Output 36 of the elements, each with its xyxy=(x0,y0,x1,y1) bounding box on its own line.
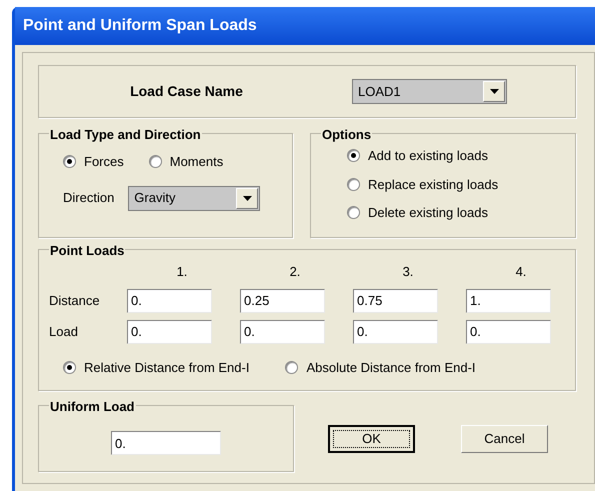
input-field[interactable]: 0. xyxy=(353,320,438,344)
input-field[interactable]: 0.25 xyxy=(240,288,325,312)
radio-button[interactable] xyxy=(63,360,76,374)
input-field[interactable]: 0. xyxy=(111,431,221,456)
radio-label[interactable]: Absolute Distance from End-I xyxy=(306,358,476,377)
input-field[interactable]: 0.75 xyxy=(353,288,438,312)
input-field[interactable]: 0. xyxy=(240,320,325,344)
radio-label[interactable]: Add to existing loads xyxy=(368,146,488,166)
column-header: 2. xyxy=(288,263,302,281)
input-field[interactable]: 0. xyxy=(127,288,212,312)
column-header: 4. xyxy=(514,263,528,281)
radio-label[interactable]: Relative Distance from End-I xyxy=(84,358,250,377)
radio-label[interactable]: Replace existing loads xyxy=(368,174,498,194)
radio-button[interactable] xyxy=(63,155,76,168)
input-field[interactable]: 1. xyxy=(466,288,551,312)
column-header: 1. xyxy=(176,263,188,281)
radio-button[interactable] xyxy=(148,155,162,168)
window-title: Point and Uniform Span Loads xyxy=(23,16,257,36)
column-header: 3. xyxy=(402,263,414,281)
input-field[interactable]: 0. xyxy=(466,320,551,344)
radio-button[interactable] xyxy=(347,149,360,162)
field-label: Direction xyxy=(63,189,114,208)
radio-label[interactable]: Delete existing loads xyxy=(368,203,488,222)
button[interactable]: Cancel xyxy=(461,424,548,452)
row-label: Load xyxy=(49,322,79,341)
dropdown[interactable]: Gravity xyxy=(128,186,260,210)
radio-button[interactable] xyxy=(347,178,360,191)
default-button[interactable]: OK xyxy=(328,424,415,452)
radio-label[interactable]: Forces xyxy=(84,152,124,172)
row-label: Distance xyxy=(49,292,101,310)
radio-button[interactable] xyxy=(347,206,360,220)
radio-button[interactable] xyxy=(285,360,298,374)
radio-label[interactable]: Moments xyxy=(170,152,224,172)
input-field[interactable]: 0. xyxy=(127,320,212,344)
dropdown[interactable]: LOAD1 xyxy=(352,79,507,104)
field-label: Load Case Name xyxy=(129,82,244,101)
